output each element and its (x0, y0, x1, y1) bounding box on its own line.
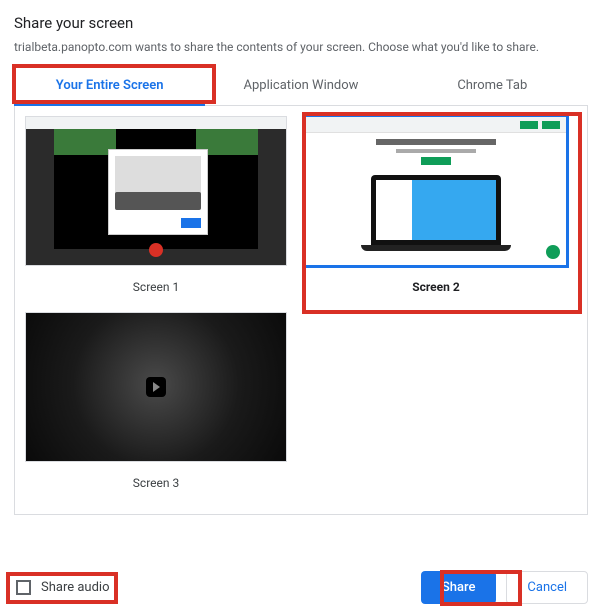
screen-tile-1[interactable]: Screen 1 (25, 116, 287, 294)
screen-label-1: Screen 1 (25, 280, 287, 294)
screen-picker: Screen 1 Screen 2 Screen 3 (14, 106, 588, 515)
play-icon (146, 377, 166, 397)
tab-application-window[interactable]: Application Window (205, 68, 396, 105)
tabs: Your Entire Screen Application Window Ch… (14, 68, 588, 106)
screen-tile-2[interactable]: Screen 2 (305, 116, 567, 294)
screen-tile-3[interactable]: Screen 3 (25, 312, 287, 490)
screen-thumbnail-2 (305, 116, 567, 266)
dialog-subtitle: trialbeta.panopto.com wants to share the… (14, 40, 588, 54)
tab-entire-screen[interactable]: Your Entire Screen (14, 68, 205, 105)
share-audio-label: Share audio (41, 580, 110, 595)
dialog-title: Share your screen (14, 14, 588, 32)
share-button[interactable]: Share (421, 571, 497, 604)
screen-thumbnail-1 (25, 116, 287, 266)
tab-chrome-tab[interactable]: Chrome Tab (397, 68, 588, 105)
screen-label-2: Screen 2 (305, 280, 567, 294)
share-audio-checkbox[interactable]: Share audio (14, 576, 118, 599)
cancel-button[interactable]: Cancel (506, 571, 588, 604)
dialog-footer: Share audio Share Cancel (14, 571, 588, 604)
screen-label-3: Screen 3 (25, 476, 287, 490)
screen-thumbnail-3 (25, 312, 287, 462)
checkbox-icon (16, 580, 31, 595)
